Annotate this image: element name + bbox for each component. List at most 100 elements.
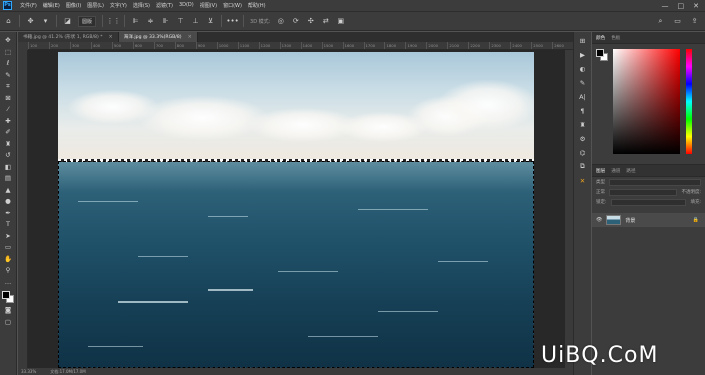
eyedropper-tool-icon[interactable]: ⁄	[3, 105, 14, 114]
pen-tool-icon[interactable]: ✒	[3, 209, 14, 218]
clone-source-icon[interactable]: ♜	[578, 120, 588, 129]
hue-slider[interactable]	[686, 49, 692, 154]
tab-color[interactable]: 颜色	[596, 35, 605, 41]
actions-play-icon[interactable]: ▶	[578, 50, 588, 59]
align-bottom-icon[interactable]: ⊻	[206, 17, 215, 26]
close-icon[interactable]: ×	[109, 34, 113, 40]
auto-select-icon[interactable]: ◪	[63, 17, 72, 26]
mode-select[interactable]: 圆版	[78, 15, 97, 27]
menu-file[interactable]: 文件(F)	[20, 2, 37, 9]
brush-tool-icon[interactable]: ✐	[3, 128, 14, 137]
more-tools-icon[interactable]: …	[3, 278, 14, 287]
path-select-tool-icon[interactable]: ➤	[3, 232, 14, 241]
character-icon[interactable]: A|	[578, 92, 588, 101]
menu-select[interactable]: 选择(S)	[133, 2, 150, 9]
eraser-tool-icon[interactable]: ◧	[3, 163, 14, 172]
align-left-icon[interactable]: ⊫	[131, 17, 140, 26]
color-swatches[interactable]	[2, 291, 14, 303]
vertical-ruler[interactable]	[18, 50, 28, 368]
paragraph-icon[interactable]: ¶	[578, 106, 588, 115]
menu-image[interactable]: 图像(I)	[66, 2, 81, 9]
maximize-button[interactable]: □	[678, 2, 685, 10]
clone-stamp-tool-icon[interactable]: ♜	[3, 140, 14, 149]
move-tool-icon[interactable]: ✥	[26, 17, 35, 26]
slide-3d-icon[interactable]: ⇄	[321, 17, 330, 26]
filter-icons[interactable]	[609, 178, 701, 186]
tab-paths[interactable]: 路径	[626, 168, 635, 174]
align-middle-icon[interactable]: ⊥	[191, 17, 200, 26]
blur-tool-icon[interactable]: ▲	[3, 186, 14, 195]
brush-settings-icon[interactable]: ✎	[578, 78, 588, 87]
marquee-selection[interactable]	[58, 161, 534, 368]
hand-tool-icon[interactable]: ✋	[3, 255, 14, 264]
home-icon[interactable]: ⌂	[4, 17, 13, 26]
menu-filter[interactable]: 滤镜(T)	[156, 2, 173, 9]
align-center-icon[interactable]: ≑	[146, 17, 155, 26]
blend-mode-select[interactable]: 正常	[596, 189, 605, 195]
window-controls: — □ ✕	[662, 2, 700, 10]
quick-select-tool-icon[interactable]: ✎	[3, 71, 14, 80]
menu-3d[interactable]: 3D(D)	[179, 2, 194, 9]
divider	[19, 15, 20, 27]
color-field[interactable]	[613, 49, 680, 154]
screen-mode-icon[interactable]: ▢	[3, 318, 14, 327]
search-icon[interactable]: ⌕	[656, 17, 665, 26]
frame-tool-icon[interactable]: ⊠	[3, 94, 14, 103]
share-icon[interactable]: ⇪	[690, 17, 699, 26]
dodge-tool-icon[interactable]: ●	[3, 197, 14, 206]
menu-help[interactable]: 帮助(H)	[248, 2, 266, 9]
tab-swatches[interactable]: 色板	[611, 35, 620, 41]
orbit-3d-icon[interactable]: ◎	[276, 17, 285, 26]
menu-type[interactable]: 文字(Y)	[110, 2, 127, 9]
crop-tool-icon[interactable]: ⌗	[3, 82, 14, 91]
3d-icon[interactable]: ⧉	[578, 162, 588, 171]
filter-type-label[interactable]: 类型	[596, 179, 605, 185]
align-top-icon[interactable]: ⊤	[176, 17, 185, 26]
transform-controls-icon[interactable]: ⋮⋮	[107, 17, 121, 26]
layer-background[interactable]: 👁 背景 🔒	[592, 213, 705, 227]
close-button[interactable]: ✕	[693, 2, 699, 10]
vertical-scrollbar[interactable]	[565, 50, 573, 368]
menu-edit[interactable]: 编辑(E)	[43, 2, 60, 9]
canvas-area[interactable]	[28, 50, 565, 368]
history-brush-tool-icon[interactable]: ↺	[3, 151, 14, 160]
close-icon[interactable]: ×	[188, 34, 192, 40]
gradient-tool-icon[interactable]: ▤	[3, 174, 14, 183]
tab-books[interactable]: 书籍.jpg @ 41.2% (形状 1, RGB/8) * ×	[18, 32, 119, 42]
menu-layer[interactable]: 图层(L)	[87, 2, 104, 9]
ocean-photo[interactable]	[58, 52, 534, 368]
foreground-color-swatch[interactable]	[2, 291, 10, 299]
minimize-button[interactable]: —	[662, 2, 669, 10]
horizontal-ruler[interactable]: 100 200 300 400 500 600 700 800 900 1000…	[28, 42, 573, 50]
blend-box[interactable]	[609, 188, 678, 196]
zoom-level[interactable]: 33.33%	[21, 369, 36, 374]
quick-mask-icon[interactable]: ◙	[3, 306, 14, 315]
tab-layers[interactable]: 图层	[596, 168, 605, 174]
marquee-tool-icon[interactable]: ⬚	[3, 48, 14, 57]
align-right-icon[interactable]: ⊪	[161, 17, 170, 26]
healing-brush-tool-icon[interactable]: ✚	[3, 117, 14, 126]
menu-window[interactable]: 窗口(W)	[223, 2, 242, 9]
lasso-tool-icon[interactable]: ℓ	[3, 59, 14, 68]
tab-ocean[interactable]: 海洋.jpg @ 33.3%(RGB/8) ×	[118, 32, 198, 42]
eye-icon[interactable]: 👁	[596, 217, 602, 223]
menu-view[interactable]: 视图(V)	[200, 2, 217, 9]
workspace-icon[interactable]: ▭	[673, 17, 682, 26]
pan-3d-icon[interactable]: ✣	[306, 17, 315, 26]
rectangle-tool-icon[interactable]: ▭	[3, 243, 14, 252]
foreground-color-swatch[interactable]	[596, 49, 604, 57]
libraries-icon[interactable]: ⌬	[578, 148, 588, 157]
move-tool-icon[interactable]: ✥	[3, 36, 14, 45]
adjustments-icon[interactable]: ◐	[578, 64, 588, 73]
lock-icons[interactable]	[610, 198, 687, 206]
tab-channels[interactable]: 通道	[611, 168, 620, 174]
zoom-tool-icon[interactable]: ⚲	[3, 266, 14, 275]
scale-3d-icon[interactable]: ▣	[336, 17, 345, 26]
history-icon[interactable]: ⊞	[578, 36, 588, 45]
roll-3d-icon[interactable]: ⟳	[291, 17, 300, 26]
more-options-icon[interactable]: •••	[226, 17, 238, 26]
tools-cross-icon[interactable]: ✕	[578, 176, 588, 185]
chevron-down-icon[interactable]: ▾	[41, 17, 50, 26]
type-tool-icon[interactable]: T	[3, 220, 14, 229]
properties-icon[interactable]: ⚙	[578, 134, 588, 143]
